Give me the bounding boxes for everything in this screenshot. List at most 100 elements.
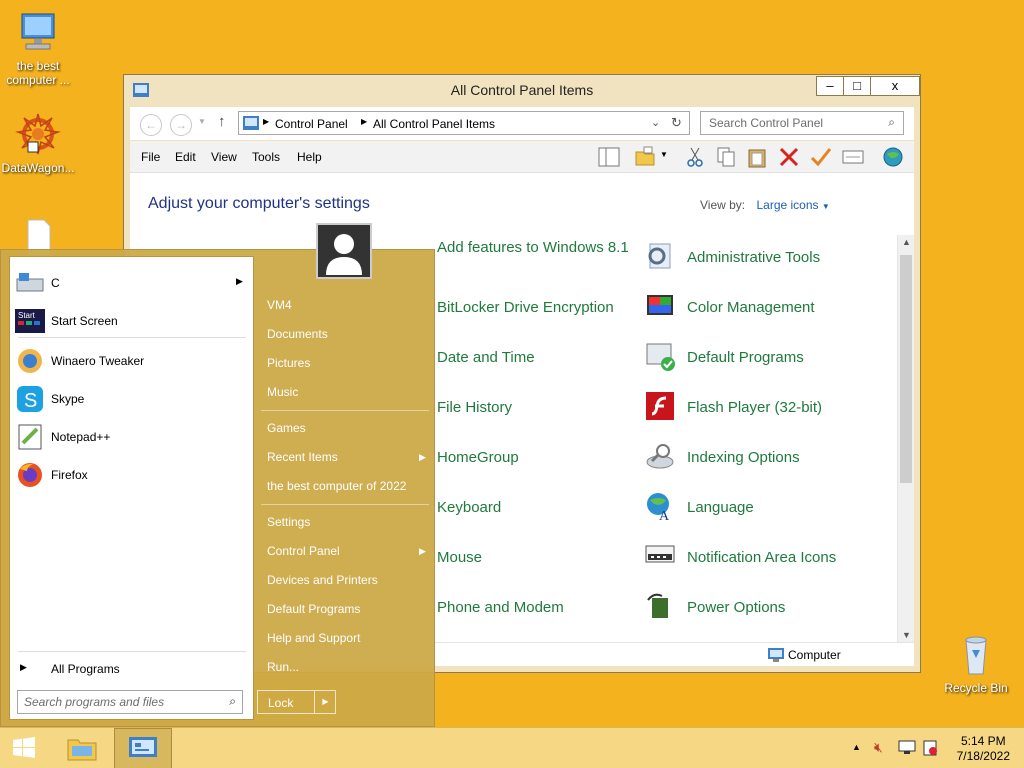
start-item-music[interactable]: Music (267, 385, 298, 399)
start-item-recent-items[interactable]: Recent Items (267, 450, 338, 464)
desktop-icon-datawagon[interactable]: DataWagon... (0, 112, 76, 175)
cp-item-date-time[interactable]: Date and Time (437, 347, 535, 368)
chevron-down-icon[interactable]: ▼ (822, 202, 830, 211)
cp-item-language[interactable]: Language (687, 497, 754, 518)
skype-icon: S (17, 386, 43, 412)
up-button[interactable]: ↑ (218, 113, 226, 130)
globe-icon[interactable] (882, 146, 904, 168)
start-item-documents[interactable]: Documents (267, 327, 328, 341)
start-item-help-support[interactable]: Help and Support (267, 631, 360, 645)
cp-item-administrative-tools[interactable]: Administrative Tools (687, 247, 820, 268)
lock-options-icon[interactable]: ▶ (314, 691, 336, 713)
start-item-run[interactable]: Run... (267, 660, 299, 674)
cp-item-color-management[interactable]: Color Management (687, 297, 815, 318)
submenu-arrow-icon: ▶ (419, 546, 426, 556)
preview-pane-icon[interactable] (598, 146, 620, 168)
flash-player-icon (646, 392, 674, 420)
properties-icon[interactable] (842, 146, 864, 168)
program-start-screen[interactable]: Start Start Screen (10, 303, 250, 339)
all-programs-button[interactable]: ▶ All Programs (10, 651, 250, 687)
maximize-button[interactable]: □ (843, 76, 871, 96)
cp-item-homegroup[interactable]: HomeGroup (437, 447, 519, 468)
program-c[interactable]: C ▶ (10, 265, 250, 301)
start-item-computer[interactable]: the best computer of 2022 (267, 479, 406, 493)
user-icon (318, 225, 370, 277)
search-icon: ⌕ (229, 694, 236, 708)
minimize-button[interactable]: – (816, 76, 844, 96)
lock-button[interactable]: Lock ▶ (257, 690, 336, 714)
start-button[interactable] (0, 728, 48, 768)
vertical-scrollbar[interactable]: ▲ ▼ (897, 235, 914, 642)
start-item-default-programs[interactable]: Default Programs (267, 602, 360, 616)
start-item-settings[interactable]: Settings (267, 515, 310, 529)
scroll-down-icon[interactable]: ▼ (902, 630, 911, 640)
checkmark-icon[interactable] (810, 146, 832, 168)
program-label: C (51, 276, 60, 290)
menu-file[interactable]: File (141, 150, 160, 164)
program-notepadpp[interactable]: Notepad++ (10, 419, 250, 455)
cp-item-bitlocker[interactable]: BitLocker Drive Encryption (437, 297, 614, 318)
program-firefox[interactable]: Firefox (10, 457, 250, 493)
paste-icon[interactable] (746, 146, 768, 168)
start-item-devices-printers[interactable]: Devices and Printers (267, 573, 378, 587)
volume-muted-icon[interactable]: 🔇︎ (874, 739, 883, 756)
cp-item-default-programs[interactable]: Default Programs (687, 347, 804, 368)
cp-item-power-options[interactable]: Power Options (687, 597, 785, 618)
cp-item-mouse[interactable]: Mouse (437, 547, 482, 568)
start-search-input[interactable]: Search programs and files ⌕ (17, 690, 243, 714)
cp-item-indexing-options[interactable]: Indexing Options (687, 447, 800, 468)
desktop-icon-recycle-bin[interactable]: Recycle Bin (938, 632, 1014, 695)
address-dropdown-icon[interactable]: ⌄ (651, 116, 660, 129)
menu-edit[interactable]: Edit (175, 150, 196, 164)
program-winaero-tweaker[interactable]: Winaero Tweaker (10, 343, 250, 379)
program-skype[interactable]: S Skype (10, 381, 250, 417)
delete-icon[interactable] (778, 146, 800, 168)
views-dropdown-icon[interactable]: ▼ (660, 150, 668, 159)
cp-item-flash-player[interactable]: Flash Player (32-bit) (687, 397, 822, 418)
cp-item-add-features[interactable]: Add features to Windows 8.1 (437, 237, 632, 258)
scroll-thumb[interactable] (900, 255, 912, 483)
divider (261, 410, 429, 411)
close-button[interactable]: x (870, 76, 920, 96)
search-input[interactable]: Search Control Panel ⌕ (700, 111, 904, 135)
view-by-dropdown[interactable]: Large icons (756, 198, 818, 212)
menu-view[interactable]: View (211, 150, 237, 164)
forward-button[interactable]: → (170, 114, 192, 136)
desktop-icon-label: Recycle Bin (944, 681, 1008, 695)
cp-item-file-history[interactable]: File History (437, 397, 512, 418)
language-icon: A (647, 493, 670, 522)
scroll-up-icon[interactable]: ▲ (902, 237, 911, 247)
show-hidden-icons-icon[interactable]: ▲ (852, 742, 861, 752)
back-button[interactable]: ← (140, 114, 162, 136)
taskbar-clock[interactable]: 5:14 PM 7/18/2022 (957, 734, 1010, 764)
start-item-vm4[interactable]: VM4 (267, 298, 292, 312)
cp-item-phone-modem[interactable]: Phone and Modem (437, 597, 564, 618)
breadcrumb-all-items[interactable]: All Control Panel Items (373, 117, 495, 131)
start-item-pictures[interactable]: Pictures (267, 356, 310, 370)
action-center-icon[interactable] (922, 740, 938, 756)
breadcrumb-control-panel[interactable]: Control Panel (275, 117, 348, 131)
network-icon[interactable] (898, 740, 916, 756)
cp-item-notification-area-icons[interactable]: Notification Area Icons (687, 547, 836, 568)
folder-options-icon[interactable] (634, 146, 656, 168)
cp-item-keyboard[interactable]: Keyboard (437, 497, 501, 518)
divider (18, 337, 246, 338)
menu-tools[interactable]: Tools (252, 150, 280, 164)
recent-locations-icon[interactable]: ▼ (198, 117, 206, 126)
folder-icon (67, 739, 97, 761)
taskbar: ▲ 🔇︎ 5:14 PM 7/18/2022 (0, 727, 1024, 768)
cut-icon[interactable] (684, 146, 706, 168)
taskbar-control-panel[interactable] (114, 728, 172, 768)
copy-icon[interactable] (715, 146, 737, 168)
start-item-games[interactable]: Games (267, 421, 306, 435)
address-bar[interactable]: ▶ Control Panel ▶ All Control Panel Item… (238, 111, 690, 135)
start-item-control-panel[interactable]: Control Panel (267, 544, 340, 558)
user-avatar[interactable] (316, 223, 372, 279)
notification-area-icons-icon (645, 545, 675, 563)
menu-help[interactable]: Help (297, 150, 322, 164)
desktop-icon-label: the best computer ... (6, 59, 70, 87)
refresh-icon[interactable]: ↻ (671, 115, 682, 131)
taskbar-file-explorer[interactable] (58, 728, 106, 768)
title-bar[interactable]: All Control Panel Items – □ x (124, 75, 920, 105)
desktop-icon-computer[interactable]: the best computer ... (0, 10, 76, 87)
